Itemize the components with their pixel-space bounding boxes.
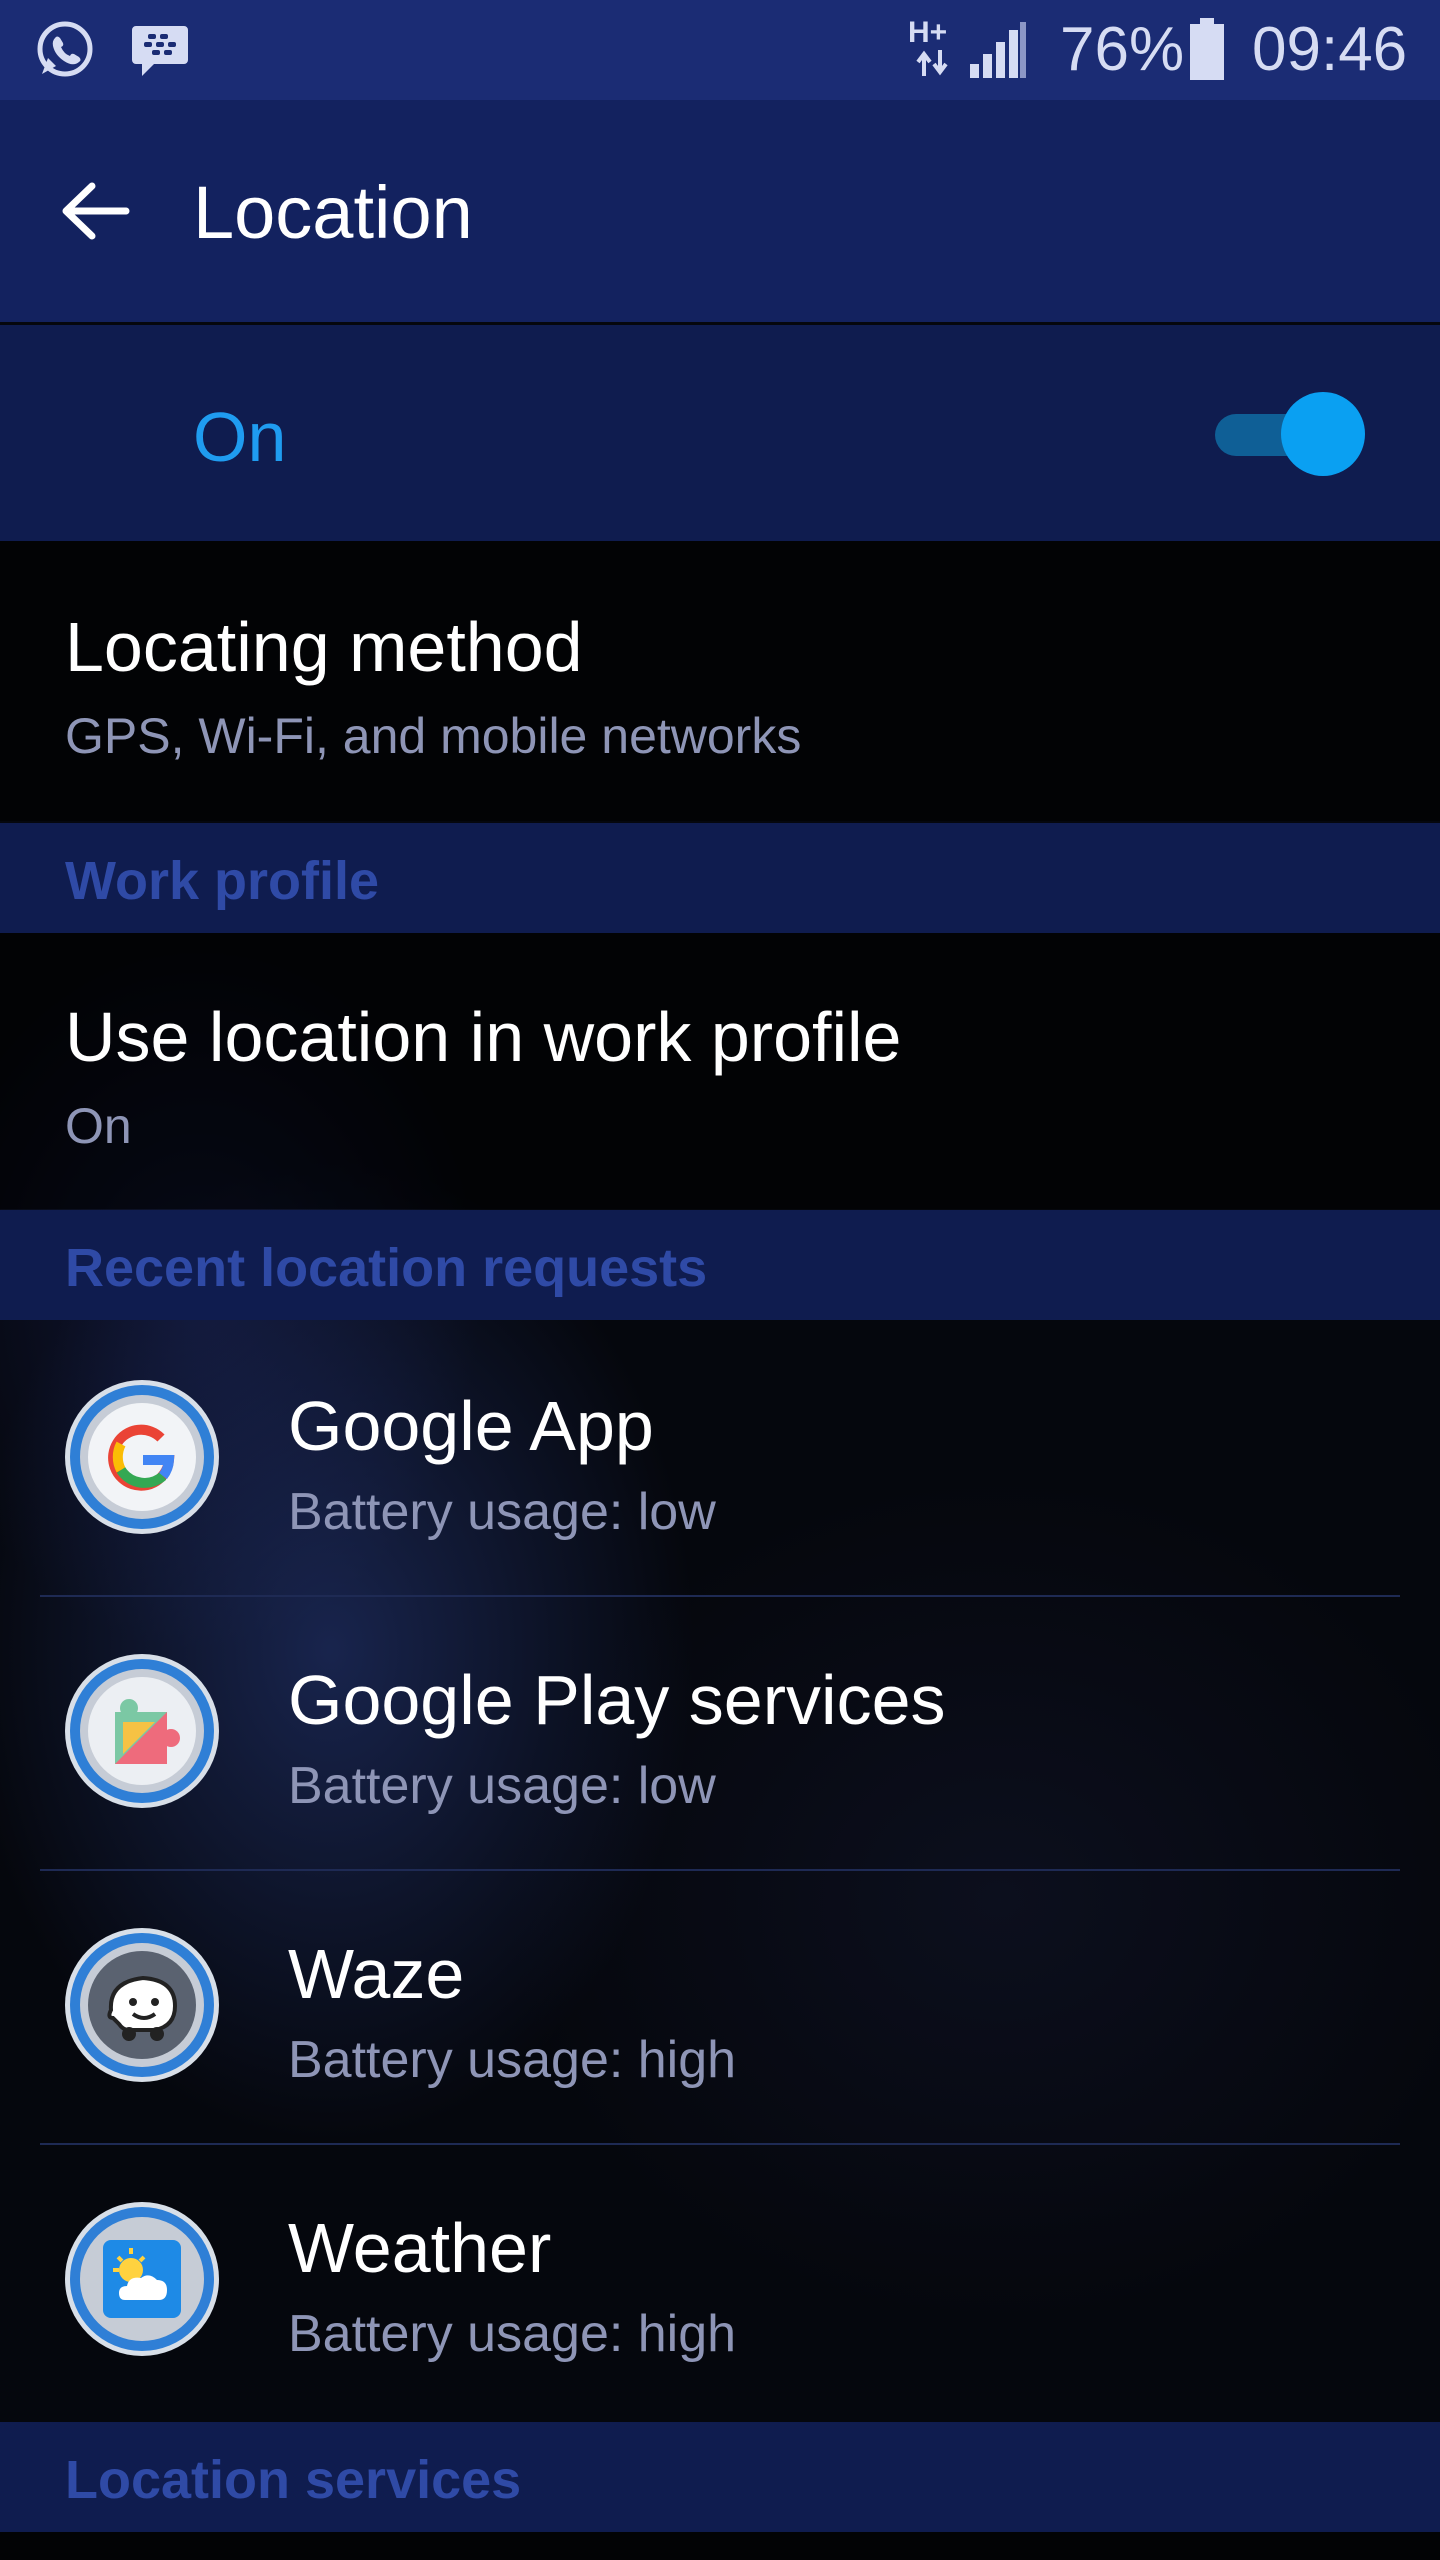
location-toggle[interactable] bbox=[1215, 392, 1365, 476]
clock: 09:46 bbox=[1252, 15, 1408, 84]
battery-icon bbox=[1188, 18, 1226, 85]
toggle-thumb bbox=[1281, 392, 1365, 476]
list-item-waze[interactable]: Waze Battery usage: high bbox=[0, 1868, 1440, 2142]
arrow-left-icon bbox=[62, 182, 130, 240]
google-g-icon bbox=[63, 1378, 221, 1536]
recent-requests-list: Google App Battery usage: low Google Pla… bbox=[0, 1320, 1440, 2420]
app-name: Google Play services bbox=[288, 1661, 946, 1739]
locating-method-title: Locating method bbox=[65, 608, 583, 686]
section-header-recent-requests: Recent location requests bbox=[0, 1210, 1440, 1320]
signal-icon bbox=[968, 22, 1028, 83]
app-name: Waze bbox=[288, 1935, 465, 2013]
app-battery-usage: Battery usage: low bbox=[288, 1483, 716, 1541]
blackberry-messenger-icon bbox=[130, 22, 190, 83]
list-item-weather[interactable]: Weather Battery usage: high bbox=[0, 2142, 1440, 2416]
app-battery-usage: Battery usage: low bbox=[288, 1757, 716, 1815]
work-profile-header-text: Work profile bbox=[65, 851, 380, 911]
section-header-location-services: Location services bbox=[0, 2422, 1440, 2532]
weather-icon bbox=[63, 2200, 221, 2358]
battery-percent: 76% bbox=[1060, 15, 1185, 84]
whatsapp-icon bbox=[32, 16, 98, 87]
locating-method-summary: GPS, Wi-Fi, and mobile networks bbox=[65, 708, 802, 764]
master-switch-label: On bbox=[193, 398, 287, 476]
work-profile-location-title: Use location in work profile bbox=[65, 998, 902, 1076]
app-name: Google App bbox=[288, 1387, 654, 1465]
page-title: Location bbox=[193, 171, 473, 254]
location-services-header-text: Location services bbox=[65, 2450, 522, 2510]
work-profile-location-summary: On bbox=[65, 1098, 132, 1154]
app-battery-usage: Battery usage: high bbox=[288, 2031, 737, 2089]
app-bar: Location bbox=[0, 100, 1440, 322]
list-item-google-play-services[interactable]: Google Play services Battery usage: low bbox=[0, 1594, 1440, 1868]
recent-requests-header-text: Recent location requests bbox=[65, 1238, 708, 1298]
back-button[interactable] bbox=[58, 176, 138, 246]
work-profile-location-row[interactable]: Use location in work profile On bbox=[0, 933, 1440, 1209]
status-bar: H+ 76% 09:46 bbox=[0, 0, 1440, 100]
app-battery-usage: Battery usage: high bbox=[288, 2305, 737, 2363]
waze-icon bbox=[63, 1926, 221, 2084]
next-section-row bbox=[0, 2532, 1440, 2560]
network-type-indicator: H+ bbox=[908, 16, 948, 49]
app-name: Weather bbox=[288, 2209, 552, 2287]
list-item-google-app[interactable]: Google App Battery usage: low bbox=[0, 1320, 1440, 1594]
network-arrows-icon bbox=[914, 48, 954, 83]
google-play-services-icon bbox=[63, 1652, 221, 1810]
section-header-work-profile: Work profile bbox=[0, 823, 1440, 933]
location-master-switch-row[interactable]: On bbox=[0, 325, 1440, 541]
locating-method-row[interactable]: Locating method GPS, Wi-Fi, and mobile n… bbox=[0, 541, 1440, 821]
